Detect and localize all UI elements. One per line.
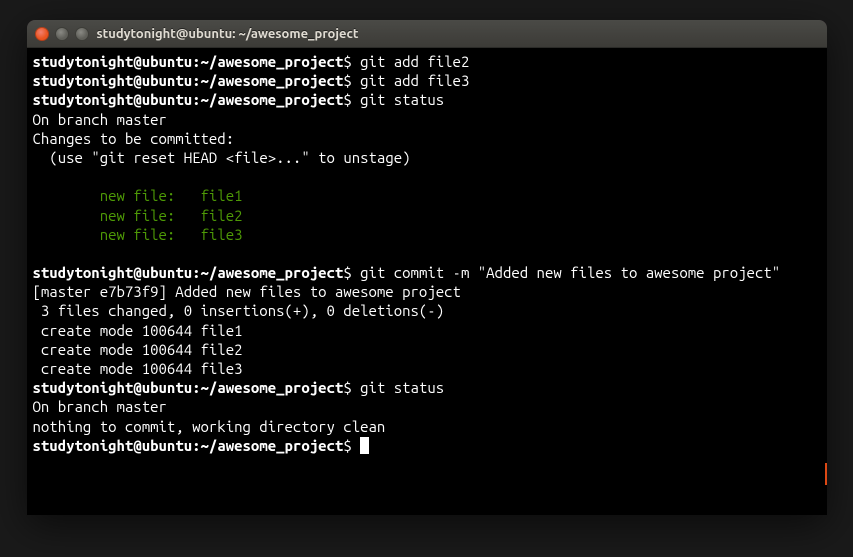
prompt-host: ubuntu (142, 437, 192, 454)
cmd-git-add-file2: git add file2 (360, 53, 469, 70)
maximize-icon[interactable] (75, 27, 89, 41)
cmd-git-commit: git commit -m "Added new files to awesom… (360, 264, 780, 281)
out-branch-2: On branch master (33, 398, 167, 415)
prompt-path: ~/awesome_project (201, 437, 344, 454)
prompt-colon: : (192, 53, 200, 70)
out-clean: nothing to commit, working directory cle… (33, 418, 386, 435)
prompt-at: @ (133, 91, 141, 108)
prompt-at: @ (133, 437, 141, 454)
prompt-dollar: $ (343, 264, 351, 281)
prompt-colon: : (192, 437, 200, 454)
prompt-user: studytonight (33, 437, 134, 454)
cmd-git-status-2: git status (360, 379, 444, 396)
out-create-1: create mode 100644 file1 (33, 322, 243, 339)
prompt-host: ubuntu (142, 264, 192, 281)
prompt-at: @ (133, 264, 141, 281)
prompt-dollar: $ (343, 379, 351, 396)
prompt-host: ubuntu (142, 72, 192, 89)
cmd-git-status-1: git status (360, 91, 444, 108)
out-new-file-1: new file: file1 (33, 187, 243, 204)
prompt-dollar: $ (343, 53, 351, 70)
terminal-viewport[interactable]: studytonight@ubuntu:~/awesome_project$ g… (27, 48, 827, 515)
out-unstage-hint: (use "git reset HEAD <file>..." to unsta… (33, 149, 411, 166)
out-branch-1: On branch master (33, 111, 167, 128)
prompt-user: studytonight (33, 72, 134, 89)
prompt-colon: : (192, 91, 200, 108)
prompt-colon: : (192, 264, 200, 281)
prompt-user: studytonight (33, 264, 134, 281)
prompt-host: ubuntu (142, 91, 192, 108)
prompt-colon: : (192, 379, 200, 396)
prompt-dollar: $ (343, 437, 351, 454)
out-commit-summary: [master e7b73f9] Added new files to awes… (33, 283, 461, 300)
terminal-window: studytonight@ubuntu: ~/awesome_project s… (27, 20, 827, 515)
close-icon[interactable] (35, 27, 49, 41)
minimize-icon[interactable] (55, 27, 69, 41)
prompt-path: ~/awesome_project (201, 72, 344, 89)
prompt-colon: : (192, 72, 200, 89)
out-changes-hdr: Changes to be committed: (33, 130, 235, 147)
prompt-host: ubuntu (142, 379, 192, 396)
prompt-at: @ (133, 72, 141, 89)
prompt-user: studytonight (33, 379, 134, 396)
prompt-user: studytonight (33, 91, 134, 108)
titlebar[interactable]: studytonight@ubuntu: ~/awesome_project (27, 20, 827, 48)
out-commit-stats: 3 files changed, 0 insertions(+), 0 dele… (33, 302, 445, 319)
prompt-at: @ (133, 379, 141, 396)
prompt-path: ~/awesome_project (201, 53, 344, 70)
prompt-path: ~/awesome_project (201, 264, 344, 281)
out-create-2: create mode 100644 file2 (33, 341, 243, 358)
out-new-file-3: new file: file3 (33, 226, 243, 243)
prompt-at: @ (133, 53, 141, 70)
cursor-icon (360, 437, 369, 454)
prompt-dollar: $ (343, 91, 351, 108)
caret-indicator-icon (825, 463, 827, 485)
cmd-git-add-file3: git add file3 (360, 72, 469, 89)
out-create-3: create mode 100644 file3 (33, 360, 243, 377)
prompt-user: studytonight (33, 53, 134, 70)
out-new-file-2: new file: file2 (33, 207, 243, 224)
prompt-path: ~/awesome_project (201, 379, 344, 396)
window-title: studytonight@ubuntu: ~/awesome_project (97, 27, 359, 41)
prompt-path: ~/awesome_project (201, 91, 344, 108)
prompt-host: ubuntu (142, 53, 192, 70)
window-controls (35, 27, 89, 41)
prompt-dollar: $ (343, 72, 351, 89)
